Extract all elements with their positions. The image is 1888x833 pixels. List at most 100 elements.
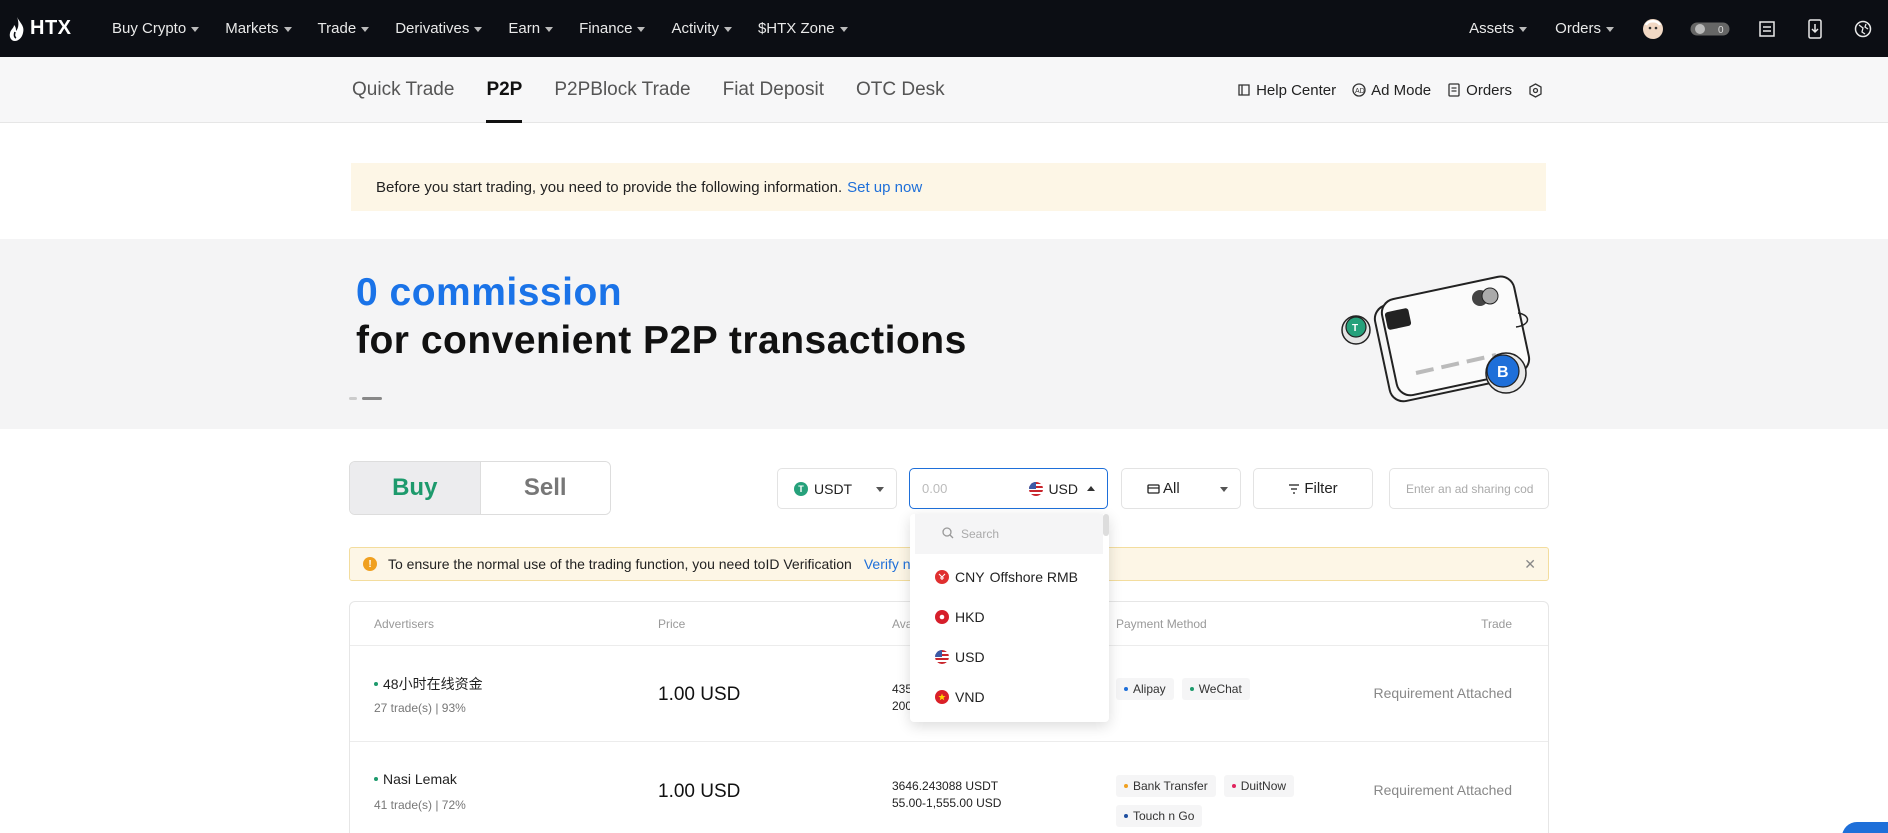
ad-share-code-input[interactable]: Enter an ad sharing cod (1389, 468, 1549, 509)
help-center-link[interactable]: Help Center (1237, 82, 1336, 99)
ad-price: 1.00 USD (658, 684, 741, 705)
payment-methods: Alipay WeChat (1116, 678, 1336, 708)
order-limit: 55.00-1,555.00 USD (892, 796, 1002, 810)
settings-link[interactable] (1528, 82, 1548, 98)
advertiser-name[interactable]: Nasi Lemak (374, 771, 457, 787)
svg-text:B: B (1497, 364, 1509, 381)
vip-badge-toggle[interactable]: 0 (1690, 18, 1730, 40)
vn-flag-icon (935, 690, 949, 704)
payment-name: DuitNow (1240, 779, 1287, 793)
currency-option-vnd[interactable]: VND (935, 689, 985, 705)
banner-dot-active[interactable] (362, 397, 382, 400)
gear-icon (1529, 82, 1542, 98)
chevron-down-icon (545, 27, 554, 32)
chevron-down-icon (361, 27, 370, 32)
svg-text:AD: AD (1355, 88, 1365, 95)
coin-select[interactable]: T USDT (777, 468, 897, 509)
download-icon[interactable] (1804, 18, 1826, 40)
ad-share-code-placeholder: Enter an ad sharing cod (1406, 481, 1534, 496)
currency-option-cny[interactable]: CNY Offshore RMB (935, 569, 1078, 585)
main-menu: Buy Crypto Markets Trade Derivatives Ear… (112, 20, 874, 37)
payment-chip: DuitNow (1223, 775, 1295, 797)
currency-name: Offshore RMB (989, 569, 1078, 585)
trade-requirement[interactable]: Requirement Attached (1373, 782, 1512, 798)
chevron-down-icon (283, 27, 292, 32)
chevron-down-icon (876, 487, 884, 492)
tab-p2p[interactable]: P2P (486, 57, 522, 123)
chevron-down-icon (723, 27, 732, 32)
book-icon (1238, 84, 1250, 96)
flame-logo-icon (9, 16, 24, 41)
coin-select-value: USDT (814, 480, 853, 497)
trade-requirement[interactable]: Requirement Attached (1373, 685, 1512, 701)
advertiser-name[interactable]: 48小时在线资金 (374, 674, 483, 694)
close-icon[interactable]: ✕ (1524, 556, 1536, 573)
verify-now-link[interactable]: Verify n (864, 556, 911, 572)
payment-dot (1124, 687, 1128, 691)
sell-tab[interactable]: Sell (480, 462, 610, 514)
currency-select[interactable]: USD (1029, 481, 1095, 497)
buy-sell-toggle: Buy Sell (349, 461, 611, 515)
nav-assets[interactable]: Assets (1469, 20, 1528, 37)
globe-icon (1854, 20, 1872, 37)
notification-icon[interactable] (1756, 18, 1778, 40)
nav-activity[interactable]: Activity (671, 20, 732, 37)
help-center-label: Help Center (1256, 81, 1337, 99)
table-row[interactable]: Nasi Lemak 41 trade(s) | 72% 1.00 USD 36… (350, 743, 1548, 833)
nav-label: $HTX Zone (757, 20, 835, 37)
currency-code: USD (955, 649, 985, 665)
tab-quick-trade[interactable]: Quick Trade (352, 57, 454, 123)
available-amount: 3646.243088 USDT (892, 779, 999, 793)
nav-finance[interactable]: Finance (579, 20, 646, 37)
tab-otc-desk[interactable]: OTC Desk (856, 57, 945, 123)
currency-code: CNY (955, 569, 985, 585)
htx-logo[interactable]: HTX (8, 0, 100, 57)
setup-now-link[interactable]: Set up now (847, 179, 922, 196)
payment-method-select[interactable]: All (1121, 468, 1241, 509)
nav-earn[interactable]: Earn (508, 20, 554, 37)
currency-option-hkd[interactable]: HKD (935, 609, 985, 625)
avatar[interactable] (1642, 18, 1664, 40)
buy-tab[interactable]: Buy (350, 462, 481, 514)
currency-code: VND (955, 689, 985, 705)
nav-markets[interactable]: Markets (225, 20, 292, 37)
payment-chip: Alipay (1116, 678, 1174, 700)
tab-fiat-deposit[interactable]: Fiat Deposit (723, 57, 824, 123)
setup-notice-text: Before you start trading, you need to pr… (376, 178, 843, 196)
orders-link[interactable]: Orders (1447, 82, 1512, 99)
currency-search-input[interactable]: Search (915, 514, 1103, 554)
payment-method-value: All (1163, 480, 1180, 497)
amount-placeholder[interactable]: 0.00 (922, 481, 1029, 496)
language-globe-icon[interactable] (1852, 18, 1874, 40)
nav-derivatives[interactable]: Derivatives (395, 20, 483, 37)
chevron-down-icon (191, 27, 200, 32)
payment-chip: WeChat (1181, 678, 1250, 700)
nav-htx-zone[interactable]: $HTX Zone (758, 20, 848, 37)
ad-price: 1.00 USD (658, 781, 741, 802)
currency-option-usd[interactable]: USD (935, 649, 985, 665)
banner-subheadline: for convenient P2P transactions (356, 319, 967, 362)
nav-trade[interactable]: Trade (318, 20, 370, 37)
filter-button[interactable]: Filter (1253, 468, 1373, 509)
search-icon (942, 527, 954, 539)
nav-label: Finance (579, 20, 633, 37)
nav-orders[interactable]: Orders (1555, 20, 1614, 37)
banner-dot[interactable] (349, 397, 357, 400)
nav-label: Orders (1555, 20, 1601, 37)
amount-currency-input[interactable]: 0.00 USD (909, 468, 1108, 509)
svg-text:T: T (1352, 323, 1358, 334)
ad-mode-link[interactable]: AD Ad Mode (1352, 82, 1431, 99)
yen-symbol-icon (938, 573, 946, 580)
advertiser-stats: 41 trade(s) | 72% (374, 798, 466, 812)
tab-p2pblock-trade[interactable]: P2PBlock Trade (554, 57, 690, 123)
star-icon (938, 693, 946, 701)
cny-flag-icon (935, 570, 949, 584)
promo-banner[interactable]: 0 commission for convenient P2P transact… (0, 239, 1888, 429)
dropdown-scrollbar[interactable] (1103, 514, 1109, 536)
online-dot (374, 682, 378, 686)
nav-label: Markets (225, 20, 279, 37)
top-navbar: HTX Buy Crypto Markets Trade Derivatives… (0, 0, 1888, 57)
support-chat-button[interactable] (1842, 822, 1888, 833)
nav-buy-crypto[interactable]: Buy Crypto (112, 20, 200, 37)
payment-name: Alipay (1133, 682, 1166, 696)
